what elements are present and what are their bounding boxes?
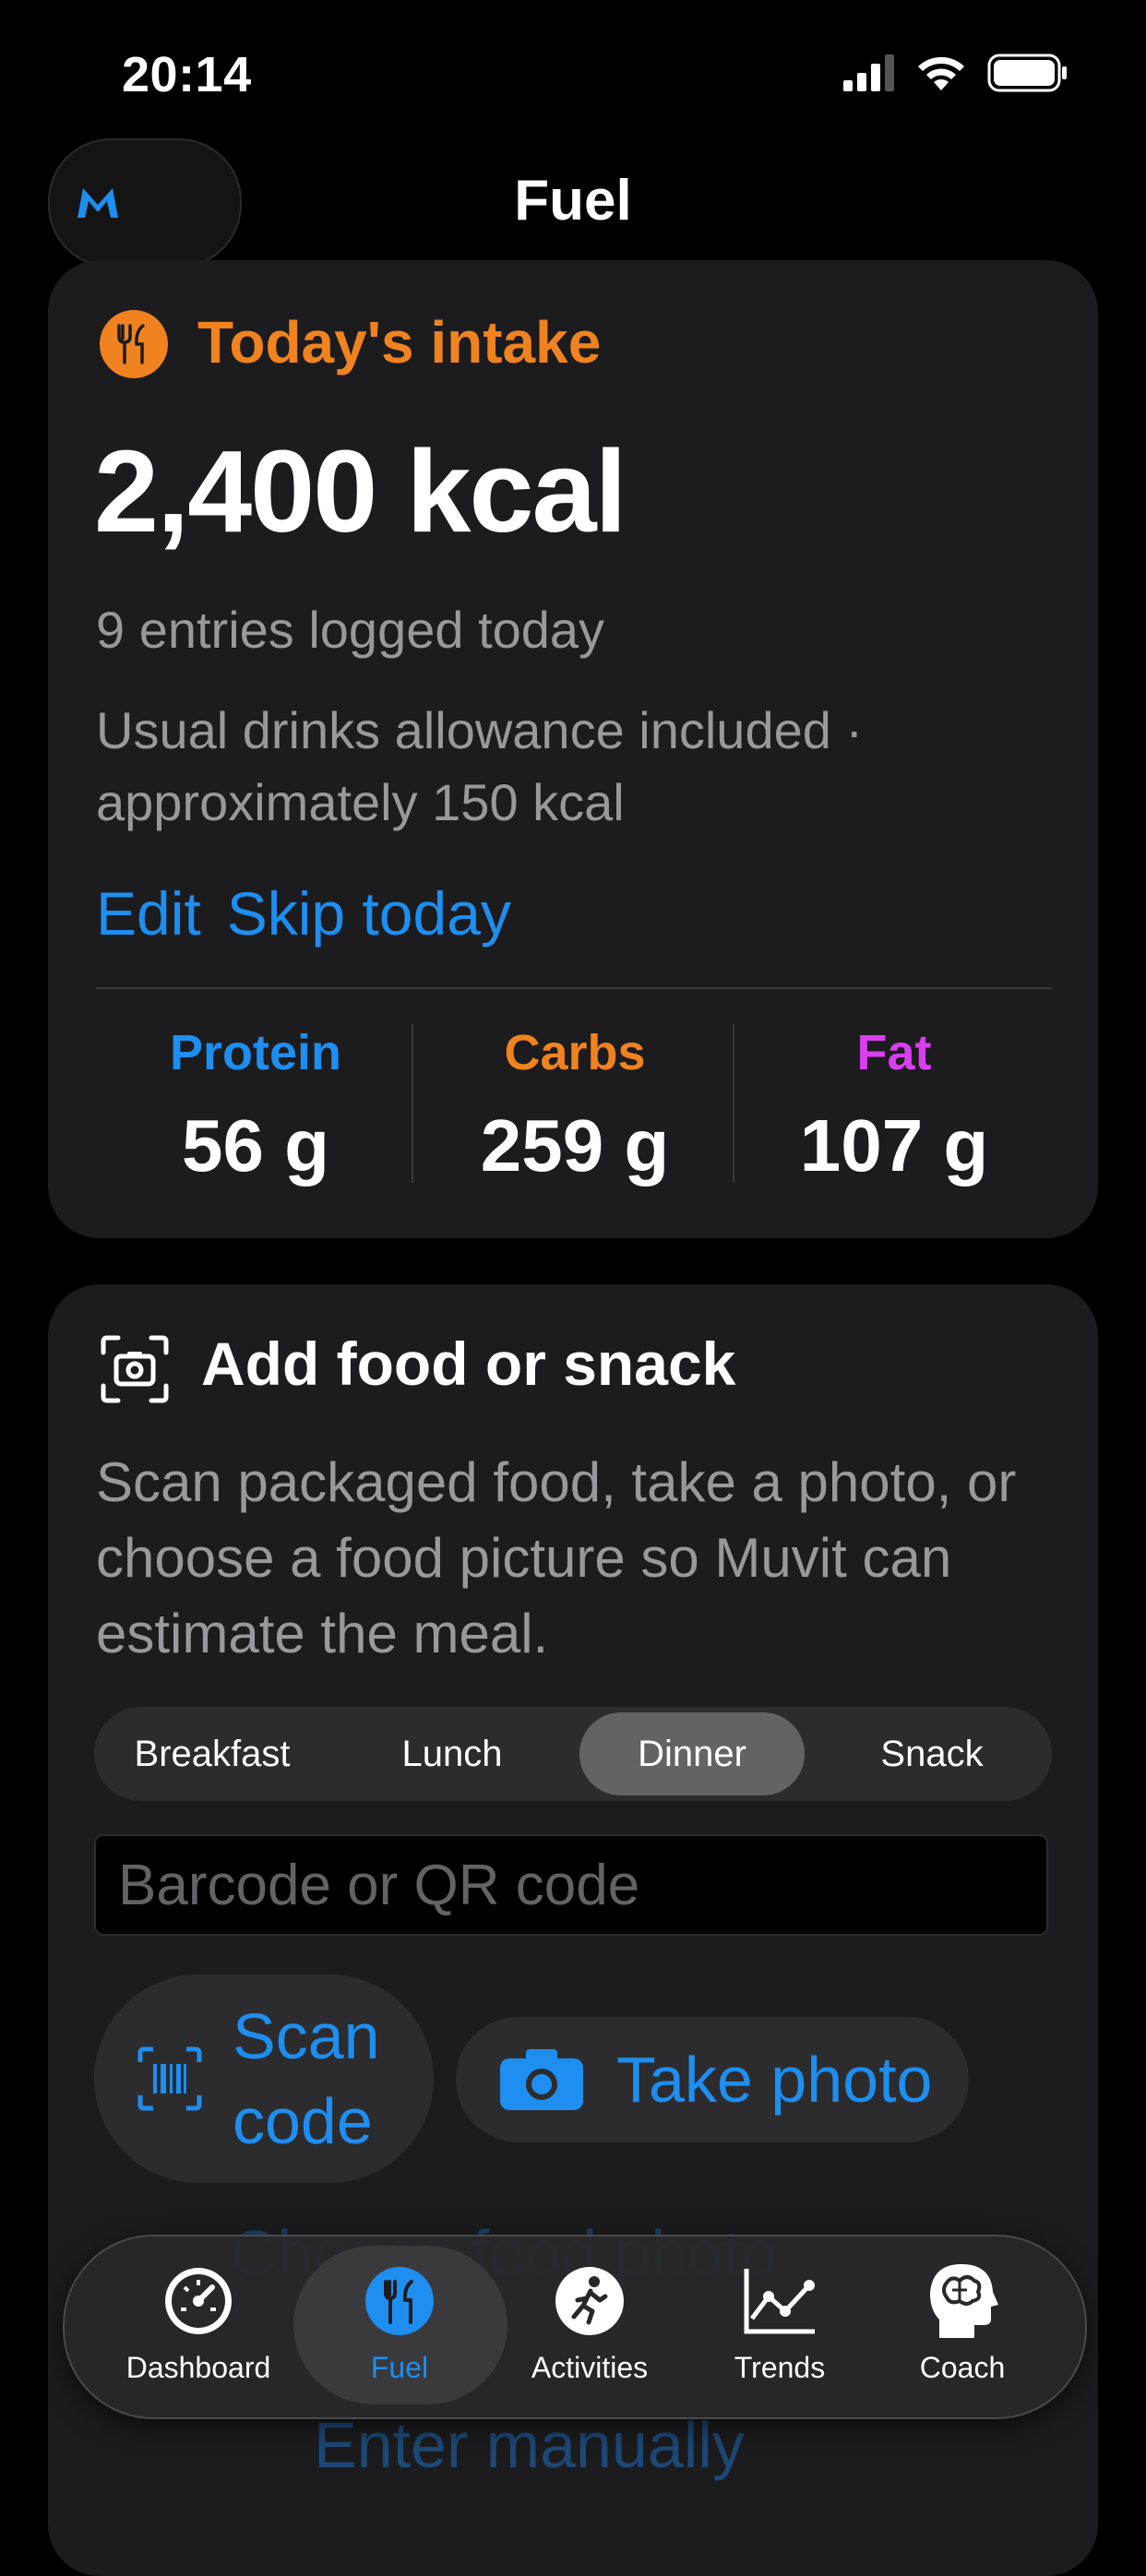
tab-activities[interactable]: Activities bbox=[493, 2260, 686, 2385]
camera-icon bbox=[500, 2049, 583, 2110]
segment-snack[interactable]: Snack bbox=[821, 1707, 1043, 1801]
tab-label: Trends bbox=[734, 2351, 826, 2384]
macro-label: Protein bbox=[169, 1025, 342, 1080]
tab-label: Dashboard bbox=[125, 2351, 271, 2384]
macro-protein: Protein 56 g bbox=[96, 1024, 415, 1188]
macro-value: 259 g bbox=[480, 1104, 670, 1187]
status-time: 20:14 bbox=[122, 47, 252, 102]
macro-divider bbox=[412, 1024, 413, 1183]
macro-label: Carbs bbox=[504, 1025, 646, 1080]
gauge-icon bbox=[165, 2268, 232, 2334]
take-photo-button[interactable]: Take photo bbox=[456, 2017, 969, 2142]
brain-head-icon bbox=[930, 2264, 998, 2338]
edit-link[interactable]: Edit bbox=[96, 878, 201, 948]
macro-fat: Fat 107 g bbox=[734, 1024, 1054, 1188]
segment-lunch[interactable]: Lunch bbox=[341, 1707, 563, 1801]
tab-label: Fuel bbox=[370, 2351, 429, 2384]
entries-count: 9 entries logged today bbox=[96, 601, 605, 659]
calories-total: 2,400 kcal bbox=[94, 426, 627, 556]
macro-value: 107 g bbox=[799, 1104, 989, 1187]
page-title: Fuel bbox=[514, 169, 632, 233]
barcode-icon bbox=[137, 2046, 202, 2111]
macro-carbs: Carbs 259 g bbox=[415, 1024, 734, 1188]
segment-breakfast[interactable]: Breakfast bbox=[101, 1707, 323, 1801]
chart-line-icon bbox=[744, 2269, 815, 2334]
tab-fuel[interactable]: Fuel bbox=[303, 2260, 496, 2385]
tab-label: Coach bbox=[919, 2351, 1006, 2384]
skip-today-link[interactable]: Skip today bbox=[227, 878, 511, 948]
tab-dashboard[interactable]: Dashboard bbox=[101, 2260, 295, 2385]
add-food-title: Add food or snack bbox=[201, 1330, 736, 1398]
wifi-icon bbox=[918, 56, 964, 90]
enter-manually-button[interactable]: Enter manually bbox=[314, 2408, 745, 2482]
add-food-description: Scan packaged food, take a photo, or cho… bbox=[96, 1451, 1017, 1664]
intake-title: Today's intake bbox=[197, 309, 602, 376]
macro-label: Fat bbox=[856, 1025, 932, 1080]
fork-knife-icon bbox=[365, 2267, 434, 2335]
status-icons bbox=[843, 54, 1068, 92]
tab-coach[interactable]: Coach bbox=[865, 2260, 1059, 2385]
scan-code-label: Scan code bbox=[233, 2000, 380, 2157]
segment-dinner[interactable]: Dinner bbox=[579, 1712, 805, 1795]
fork-knife-icon bbox=[100, 310, 168, 378]
cellular-signal-icon bbox=[843, 54, 894, 91]
scan-code-button[interactable]: Scan code bbox=[94, 1974, 434, 2183]
intake-actions: Edit Skip today bbox=[96, 878, 511, 948]
barcode-input[interactable]: Barcode or QR code bbox=[94, 1834, 1048, 1936]
runner-icon bbox=[555, 2267, 624, 2335]
take-photo-label: Take photo bbox=[616, 2044, 933, 2116]
battery-icon bbox=[987, 54, 1067, 92]
tab-trends[interactable]: Trends bbox=[683, 2260, 877, 2385]
divider bbox=[96, 987, 1052, 989]
tab-label: Activities bbox=[531, 2351, 649, 2384]
macro-value: 56 g bbox=[181, 1104, 330, 1187]
drinks-note: Usual drinks allowance included · approx… bbox=[96, 701, 864, 831]
camera-scan-icon bbox=[100, 1334, 170, 1409]
